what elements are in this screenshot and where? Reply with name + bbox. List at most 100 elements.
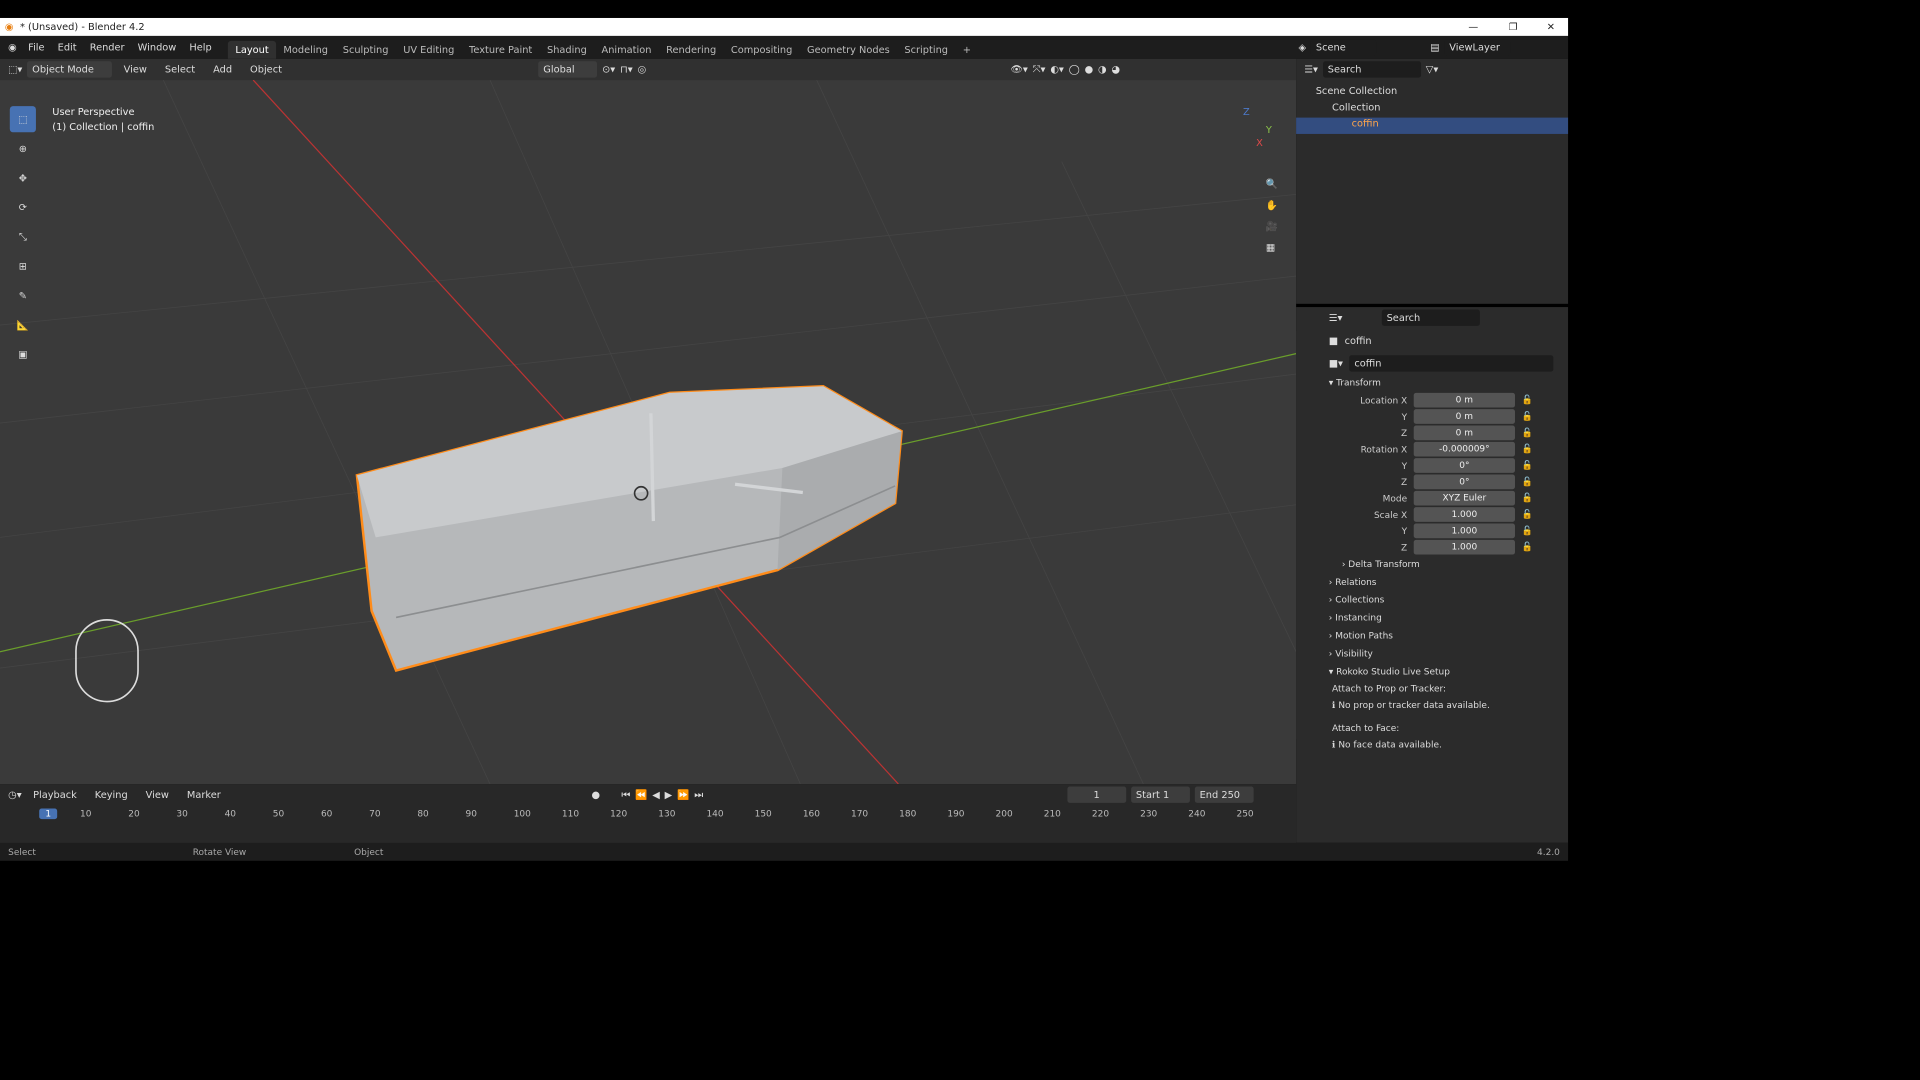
timeline-view-menu[interactable]: View: [139, 783, 175, 806]
outliner-editor-icon[interactable]: ☰▾: [1304, 64, 1318, 75]
transform-field[interactable]: 0°: [1413, 474, 1515, 490]
pivot-icon[interactable]: ⊙▾: [602, 64, 615, 75]
shading-material-icon[interactable]: ◑: [1098, 64, 1107, 75]
delta-transform-header[interactable]: › Delta Transform: [1329, 555, 1568, 573]
filter-icon[interactable]: ▽▾: [1426, 64, 1438, 75]
tab-sculpting[interactable]: Sculpting: [335, 41, 395, 59]
camera-view-icon[interactable]: 🎥: [1266, 221, 1278, 232]
blender-menu-icon[interactable]: ◉: [8, 42, 17, 53]
tab-shading[interactable]: Shading: [540, 41, 595, 59]
scene-selector[interactable]: Scene: [1310, 39, 1377, 56]
panel-header[interactable]: › Instancing: [1329, 609, 1568, 627]
lock-icon[interactable]: 🔓: [1522, 427, 1533, 438]
overlay-icon[interactable]: ◐▾: [1050, 64, 1063, 75]
gizmo-icon[interactable]: ⤧▾: [1033, 63, 1046, 75]
annotate-tool-icon[interactable]: ✎: [10, 283, 36, 309]
view-menu[interactable]: View: [117, 58, 153, 81]
scene-collection-row[interactable]: Scene Collection: [1316, 85, 1568, 101]
pan-hand-icon[interactable]: ✋: [1266, 199, 1278, 210]
transform-field[interactable]: 0 m: [1413, 409, 1515, 424]
scale-tool-icon[interactable]: ⤡: [10, 224, 36, 250]
properties-editor-icon[interactable]: ☰▾: [1329, 312, 1343, 323]
tab-compositing[interactable]: Compositing: [724, 41, 800, 59]
menu-file[interactable]: File: [22, 36, 51, 59]
rotate-tool-icon[interactable]: ⟳: [10, 194, 36, 220]
transform-field[interactable]: 0 m: [1413, 392, 1515, 408]
tab-uv-editing[interactable]: UV Editing: [396, 41, 462, 59]
gizmo-y-icon[interactable]: Y: [1266, 124, 1272, 135]
lock-icon[interactable]: 🔓: [1522, 411, 1533, 422]
collection-row[interactable]: Collection: [1316, 101, 1568, 117]
object-menu[interactable]: Object: [243, 58, 288, 81]
coffin-row[interactable]: coffin: [1296, 117, 1569, 134]
clock-icon[interactable]: ◷▾: [8, 789, 21, 800]
gizmo-x-icon[interactable]: X: [1256, 137, 1263, 148]
cursor-tool-icon[interactable]: ⊕: [10, 136, 36, 162]
object-type-icon[interactable]: ■▾: [1329, 358, 1343, 369]
navigation-gizmo[interactable]: Z Y X: [1220, 106, 1277, 163]
tab-geometry-nodes[interactable]: Geometry Nodes: [800, 41, 897, 59]
select-menu[interactable]: Select: [158, 58, 201, 81]
add-cube-tool-icon[interactable]: ▣: [10, 341, 36, 367]
transform-field[interactable]: 1.000: [1413, 523, 1515, 539]
zoom-icon[interactable]: 🔍: [1266, 178, 1278, 189]
shading-solid-icon[interactable]: ●: [1085, 64, 1094, 75]
transform-field[interactable]: 1.000: [1413, 507, 1515, 522]
visibility-icon[interactable]: 👁▾: [1010, 64, 1027, 75]
measure-tool-icon[interactable]: 📐: [10, 312, 36, 338]
play-icon[interactable]: ▶: [665, 789, 673, 800]
add-workspace-icon[interactable]: +: [955, 41, 978, 59]
jump-end-icon[interactable]: ⏭: [694, 789, 703, 801]
lock-icon[interactable]: 🔓: [1522, 443, 1533, 454]
next-key-icon[interactable]: ⏩: [677, 789, 689, 800]
transform-field[interactable]: 0 m: [1413, 425, 1515, 441]
lock-icon[interactable]: 🔓: [1522, 525, 1533, 536]
playback-menu[interactable]: Playback: [27, 783, 84, 806]
rokoko-panel-header[interactable]: ▾ Rokoko Studio Live Setup: [1329, 663, 1568, 681]
gizmo-z-icon[interactable]: Z: [1243, 106, 1250, 117]
lock-icon[interactable]: 🔓: [1522, 394, 1533, 405]
add-menu[interactable]: Add: [207, 58, 239, 81]
mode-selector[interactable]: Object Mode: [27, 61, 113, 78]
tab-rendering[interactable]: Rendering: [659, 41, 724, 59]
properties-search-input[interactable]: Search: [1381, 309, 1480, 326]
panel-header[interactable]: › Motion Paths: [1329, 627, 1568, 645]
prev-key-icon[interactable]: ⏪: [635, 789, 647, 800]
menu-window[interactable]: Window: [131, 36, 183, 59]
transform-tool-icon[interactable]: ⊞: [10, 253, 36, 279]
jump-start-icon[interactable]: ⏮: [621, 789, 630, 801]
frame-ruler[interactable]: 1 10 20 30 40 50 60 70 80 90 100 110 120 130 140 150 160…: [0, 805, 1296, 821]
tab-scripting[interactable]: Scripting: [897, 41, 955, 59]
editor-type-icon[interactable]: ⬚▾: [8, 64, 22, 75]
tab-layout[interactable]: Layout: [228, 40, 277, 59]
keying-menu[interactable]: Keying: [88, 783, 134, 806]
record-icon[interactable]: ●: [592, 789, 601, 800]
lock-icon[interactable]: 🔓: [1522, 460, 1533, 471]
lock-icon[interactable]: 🔓: [1522, 492, 1533, 503]
transform-field[interactable]: XYZ Euler: [1413, 490, 1515, 506]
current-frame-field[interactable]: 1: [1067, 786, 1127, 803]
menu-edit[interactable]: Edit: [51, 36, 83, 59]
object-name-field[interactable]: coffin: [1349, 355, 1554, 372]
marker-menu[interactable]: Marker: [180, 783, 227, 806]
lock-icon[interactable]: 🔓: [1522, 476, 1533, 487]
select-box-tool-icon[interactable]: ⬚: [9, 106, 36, 133]
panel-header[interactable]: › Visibility: [1329, 645, 1568, 663]
menu-help[interactable]: Help: [183, 36, 218, 59]
move-tool-icon[interactable]: ✥: [10, 165, 36, 191]
lock-icon[interactable]: 🔓: [1522, 509, 1533, 520]
outliner-search-input[interactable]: Search: [1322, 61, 1421, 78]
transform-panel-header[interactable]: ▾ Transform: [1329, 374, 1568, 392]
tab-modeling[interactable]: Modeling: [276, 41, 335, 59]
grid-toggle-icon[interactable]: ▦: [1266, 242, 1278, 253]
shading-wireframe-icon[interactable]: ◯: [1069, 64, 1080, 75]
panel-header[interactable]: › Relations: [1329, 573, 1568, 591]
menu-render[interactable]: Render: [83, 36, 131, 59]
proportional-edit-icon[interactable]: ◎: [638, 64, 647, 75]
shading-rendered-icon[interactable]: ◕: [1112, 64, 1121, 75]
snap-icon[interactable]: ⊓▾: [620, 64, 633, 75]
maximize-icon[interactable]: ❐: [1509, 21, 1518, 32]
lock-icon[interactable]: 🔓: [1522, 541, 1533, 552]
transform-field[interactable]: -0.000009°: [1413, 441, 1515, 457]
transform-field[interactable]: 1.000: [1413, 539, 1515, 555]
